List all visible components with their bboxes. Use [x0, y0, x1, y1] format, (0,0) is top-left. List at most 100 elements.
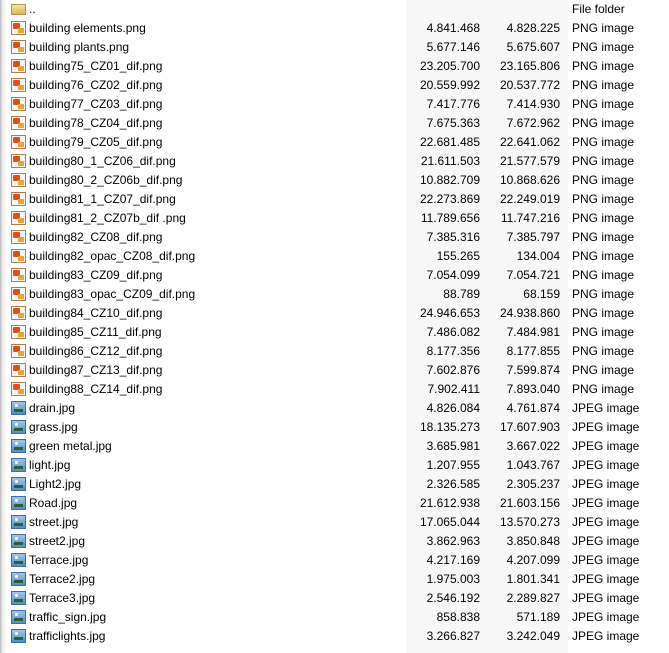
png-file-icon	[11, 21, 26, 35]
png-file-icon	[11, 173, 26, 187]
png-file-icon	[11, 249, 26, 263]
file-packed-size: 22.641.062	[499, 135, 560, 149]
file-row[interactable]: trafficlights.jpg 3.266.827 3.242.049 JPEG …	[0, 627, 669, 646]
file-type: JPEG image	[572, 515, 640, 529]
file-packed-size: 2.305.237	[506, 477, 560, 491]
file-row[interactable]: traffic_sign.jpg 858.838 571.189 JPEG image	[0, 608, 669, 627]
file-row[interactable]: building81_1_CZ07_dif.png 22.273.869 22.24…	[0, 190, 669, 209]
file-type: JPEG image	[572, 401, 640, 415]
file-row[interactable]: building83_CZ09_dif.png 7.054.099 7.054.72…	[0, 266, 669, 285]
file-name: green metal.jpg	[29, 439, 112, 453]
file-row[interactable]: building76_CZ02_dif.png 20.559.992 20.537.…	[0, 76, 669, 95]
file-row[interactable]: building83_opac_CZ09_dif.png 88.789 68.159…	[0, 285, 669, 304]
file-row[interactable]: Terrace2.jpg 1.975.003 1.801.341 JPEG image	[0, 570, 669, 589]
file-packed-size: 571.189	[516, 610, 560, 624]
file-row[interactable]: building plants.png 5.677.146 5.675.607 PNG…	[0, 38, 669, 57]
file-row[interactable]: building85_CZ11_dif.png 7.486.082 7.484.98…	[0, 323, 669, 342]
file-row[interactable]: drain.jpg 4.826.084 4.761.874 JPEG image	[0, 399, 669, 418]
file-row[interactable]: building79_CZ05_dif.png 22.681.485 22.641.…	[0, 133, 669, 152]
file-row[interactable]: Terrace.jpg 4.217.169 4.207.099 JPEG image	[0, 551, 669, 570]
file-row[interactable]: building87_CZ13_dif.png 7.602.876 7.599.87…	[0, 361, 669, 380]
png-file-icon	[11, 135, 26, 149]
file-packed-size: 22.249.019	[499, 192, 560, 206]
file-packed-size: 4.207.099	[506, 553, 560, 567]
file-packed-size: 3.667.022	[506, 439, 560, 453]
file-packed-size: 8.177.855	[506, 344, 560, 358]
file-packed-size: 1.801.341	[506, 572, 560, 586]
jpeg-file-icon	[11, 591, 26, 605]
file-packed-size: 24.938.860	[499, 306, 560, 320]
file-packed-size: 134.004	[516, 249, 560, 263]
file-row[interactable]: building82_CZ08_dif.png 7.385.316 7.385.79…	[0, 228, 669, 247]
file-type: PNG image	[572, 21, 635, 35]
jpeg-file-icon	[11, 458, 26, 472]
file-row[interactable]: building86_CZ12_dif.png 8.177.356 8.177.85…	[0, 342, 669, 361]
file-row[interactable]: building75_CZ01_dif.png 23.205.700 23.165.…	[0, 57, 669, 76]
file-name: ..	[29, 2, 36, 16]
file-row[interactable]: building78_CZ04_dif.png 7.675.363 7.672.96…	[0, 114, 669, 133]
file-name: street2.jpg	[29, 534, 86, 548]
file-row[interactable]: building81_2_CZ07b_dif .png 11.789.656 11.…	[0, 209, 669, 228]
file-row[interactable]: building84_CZ10_dif.png 24.946.653 24.938.…	[0, 304, 669, 323]
file-row[interactable]: building80_2_CZ06b_dif.png 10.882.709 10.8…	[0, 171, 669, 190]
jpeg-file-icon	[11, 401, 26, 415]
file-packed-size: 7.414.930	[506, 97, 560, 111]
file-name: building78_CZ04_dif.png	[29, 116, 163, 130]
file-type: PNG image	[572, 211, 635, 225]
file-type: JPEG image	[572, 458, 640, 472]
jpeg-file-icon	[11, 477, 26, 491]
file-list: .. File folder building elements.png 4.84…	[0, 0, 669, 646]
file-type: PNG image	[572, 249, 635, 263]
file-row[interactable]: light.jpg 1.207.955 1.043.767 JPEG image	[0, 456, 669, 475]
file-type: PNG image	[572, 116, 635, 130]
file-type: PNG image	[572, 173, 635, 187]
png-file-icon	[11, 78, 26, 92]
png-file-icon	[11, 230, 26, 244]
png-file-icon	[11, 344, 26, 358]
file-row[interactable]: street2.jpg 3.862.963 3.850.848 JPEG image	[0, 532, 669, 551]
file-row[interactable]: building88_CZ14_dif.png 7.902.411 7.893.04…	[0, 380, 669, 399]
file-packed-size: 7.054.721	[506, 268, 560, 282]
file-name: Light2.jpg	[29, 477, 82, 491]
jpeg-file-icon	[11, 534, 26, 548]
file-row[interactable]: building77_CZ03_dif.png 7.417.776 7.414.93…	[0, 95, 669, 114]
jpeg-file-icon	[11, 496, 26, 510]
file-row[interactable]: Light2.jpg 2.326.585 2.305.237 JPEG image	[0, 475, 669, 494]
file-packed-size: 7.672.962	[506, 116, 560, 130]
file-row[interactable]: grass.jpg 18.135.273 17.607.903 JPEG image	[0, 418, 669, 437]
file-type: PNG image	[572, 230, 635, 244]
file-type: JPEG image	[572, 477, 640, 491]
png-file-icon	[11, 382, 26, 396]
file-type: PNG image	[572, 40, 635, 54]
jpeg-file-icon	[11, 439, 26, 453]
file-row[interactable]: Terrace3.jpg 2.546.192 2.289.827 JPEG image	[0, 589, 669, 608]
file-row[interactable]: green metal.jpg 3.685.981 3.667.022 JPEG im…	[0, 437, 669, 456]
file-name: building76_CZ02_dif.png	[29, 78, 163, 92]
file-row[interactable]: Road.jpg 21.612.938 21.603.156 JPEG image	[0, 494, 669, 513]
file-row[interactable]: building elements.png 4.841.468 4.828.225 P…	[0, 19, 669, 38]
file-type: File folder	[572, 2, 625, 16]
png-file-icon	[11, 306, 26, 320]
file-packed-size: 17.607.903	[499, 420, 560, 434]
folder-icon	[11, 4, 26, 15]
jpeg-file-icon	[11, 420, 26, 434]
file-type: JPEG image	[572, 420, 640, 434]
file-name: building84_CZ10_dif.png	[29, 306, 163, 320]
file-name: building81_1_CZ07_dif.png	[29, 192, 176, 206]
jpeg-file-icon	[11, 515, 26, 529]
file-row[interactable]: street.jpg 17.065.044 13.570.273 JPEG image	[0, 513, 669, 532]
file-packed-size: 3.242.049	[506, 629, 560, 643]
file-name: street.jpg	[29, 515, 79, 529]
file-name: building80_1_CZ06_dif.png	[29, 154, 176, 168]
png-file-icon	[11, 287, 26, 301]
file-row[interactable]: building82_opac_CZ08_dif.png 155.265 134.0…	[0, 247, 669, 266]
file-type: JPEG image	[572, 439, 640, 453]
file-type: PNG image	[572, 363, 635, 377]
parent-folder-row[interactable]: .. File folder	[0, 0, 669, 19]
file-name: trafficlights.jpg	[29, 629, 106, 643]
file-type: PNG image	[572, 97, 635, 111]
png-file-icon	[11, 211, 26, 225]
file-row[interactable]: building80_1_CZ06_dif.png 21.611.503 21.57…	[0, 152, 669, 171]
png-file-icon	[11, 325, 26, 339]
file-name: drain.jpg	[29, 401, 76, 415]
